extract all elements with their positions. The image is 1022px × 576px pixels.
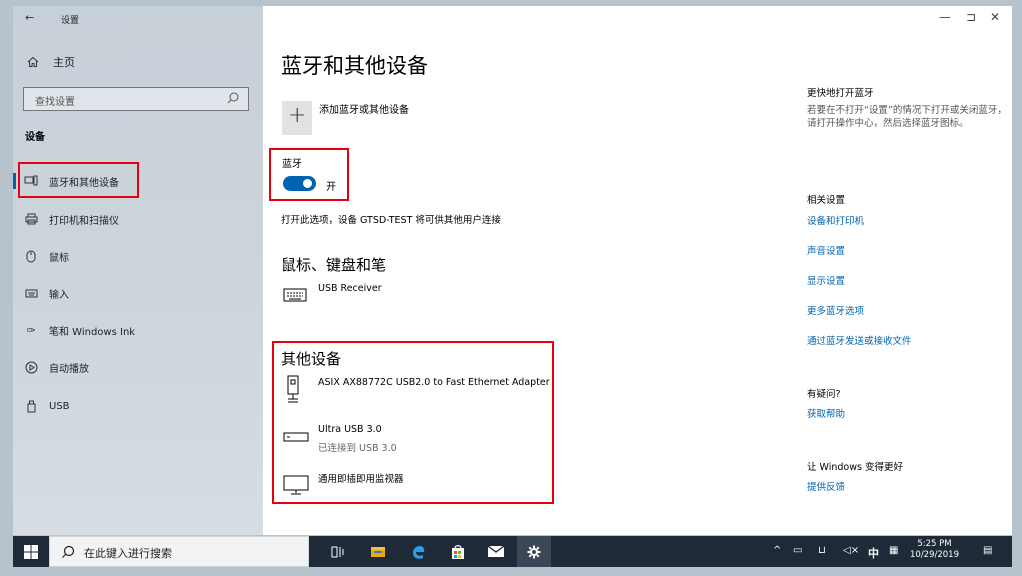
- related-heading: 相关设置: [807, 195, 846, 206]
- question-heading: 有疑问?: [807, 389, 841, 400]
- home-icon: [27, 56, 39, 67]
- device-ultra-usb-status: 已连接到 USB 3.0: [318, 443, 397, 454]
- sidebar-item-label: 鼠标: [49, 252, 69, 264]
- home-label: 主页: [53, 56, 75, 69]
- sidebar-item-autoplay[interactable]: 自动播放: [13, 354, 263, 380]
- bluetooth-description: 打开此选项，设备 GTSD-TEST 将可供其他用户连接: [281, 215, 501, 226]
- add-device-label[interactable]: 添加蓝牙或其他设备: [319, 101, 409, 116]
- network-adapter-icon: [287, 375, 299, 403]
- search-icon: [62, 545, 75, 558]
- settings-window: ← 设置 主页 查找设置 设备 蓝牙和其他设备 打印机和扫描仪 鼠标 输入 ✑ …: [13, 6, 1012, 535]
- tray-battery-icon[interactable]: ⊔: [818, 545, 826, 556]
- tip-text: 若要在不打开“设置”的情况下打开或关闭蓝牙，请打开操作中心，然后选择蓝牙图标。: [807, 105, 1007, 129]
- store-icon[interactable]: [441, 536, 475, 567]
- sidebar-item-label: 笔和 Windows Ink: [49, 326, 136, 338]
- sidebar-item-input[interactable]: 输入: [13, 280, 263, 306]
- sidebar-home[interactable]: 主页: [27, 54, 75, 70]
- settings-taskbar-icon[interactable]: [517, 536, 551, 567]
- taskbar-search-input[interactable]: 在此键入进行搜索: [49, 536, 309, 567]
- tip-heading: 更快地打开蓝牙: [807, 88, 874, 99]
- mail-icon[interactable]: [479, 536, 513, 567]
- plus-icon: +: [288, 103, 307, 128]
- link-give-feedback[interactable]: 提供反馈: [807, 479, 1007, 493]
- add-device-button[interactable]: +: [282, 101, 312, 135]
- mouse-icon: [13, 250, 49, 263]
- back-arrow-icon[interactable]: ←: [25, 11, 34, 24]
- related-settings: 相关设置: [807, 192, 1007, 206]
- sidebar-item-label: USB: [49, 400, 70, 412]
- link-display-settings[interactable]: 显示设置: [807, 273, 1007, 287]
- link-send-receive-files[interactable]: 通过蓝牙发送或接收文件: [807, 333, 1007, 347]
- search-icon: [227, 92, 239, 104]
- keyboard-icon: [13, 289, 49, 298]
- sidebar-item-label: 自动播放: [49, 363, 89, 375]
- mouse-keyboard-pen-heading: 鼠标、键盘和笔: [281, 256, 387, 274]
- link-devices-printers[interactable]: 设备和打印机: [807, 213, 1007, 227]
- highlight-box-bluetooth-toggle: [269, 148, 349, 201]
- taskbar-search-placeholder: 在此键入进行搜索: [84, 547, 172, 560]
- tray-ime-mode-icon[interactable]: ▦: [889, 545, 898, 556]
- edge-browser-icon[interactable]: [401, 536, 435, 567]
- device-pnp-monitor[interactable]: 通用即插即用监视器: [318, 471, 404, 485]
- sidebar-item-mouse[interactable]: 鼠标: [13, 243, 263, 269]
- device-ultra-usb[interactable]: Ultra USB 3.0: [318, 424, 382, 435]
- action-center-icon[interactable]: ▤: [983, 545, 992, 556]
- section-heading: 设备: [25, 132, 45, 143]
- tray-time: 5:25 PM: [917, 539, 952, 549]
- usb-drive-icon: [283, 432, 309, 442]
- feedback-heading: 让 Windows 变得更好: [807, 462, 903, 473]
- task-view-icon[interactable]: [321, 536, 355, 567]
- tray-chevron-icon[interactable]: ^: [773, 545, 781, 556]
- sidebar-item-usb[interactable]: USB: [13, 393, 263, 419]
- bluetooth-toggle-state: 开: [326, 182, 336, 193]
- bluetooth-label: 蓝牙: [282, 159, 302, 170]
- tip-panel: 更快地打开蓝牙 若要在不打开“设置”的情况下打开或关闭蓝牙，请打开操作中心，然后…: [807, 85, 1007, 130]
- sidebar-item-pen[interactable]: ✑ 笔和 Windows Ink: [13, 317, 263, 343]
- device-asix-adapter[interactable]: ASIX AX88772C USB2.0 to Fast Ethernet Ad…: [318, 377, 550, 388]
- other-devices-heading: 其他设备: [281, 350, 342, 368]
- sidebar: ← 设置 主页 查找设置 设备 蓝牙和其他设备 打印机和扫描仪 鼠标 输入 ✑ …: [13, 6, 263, 535]
- title-bar: ← 设置: [13, 6, 263, 32]
- usb-icon: [13, 400, 49, 413]
- bluetooth-toggle[interactable]: [283, 176, 316, 191]
- tray-network-icon[interactable]: ▭: [793, 545, 802, 556]
- autoplay-icon: [13, 361, 49, 374]
- tray-ime-indicator[interactable]: 中: [868, 545, 879, 561]
- monitor-icon: [283, 475, 309, 495]
- start-button[interactable]: [13, 536, 49, 567]
- window-title: 设置: [61, 16, 80, 26]
- search-placeholder: 查找设置: [35, 97, 75, 108]
- sidebar-search-input[interactable]: 查找设置: [23, 87, 249, 111]
- sidebar-item-label: 输入: [49, 289, 69, 301]
- pen-icon: ✑: [26, 323, 36, 337]
- link-get-help[interactable]: 获取帮助: [807, 406, 1007, 420]
- file-explorer-icon[interactable]: [361, 536, 395, 567]
- sidebar-item-label: 打印机和扫描仪: [49, 215, 119, 227]
- tray-clock[interactable]: 5:25 PM 10/29/2019: [910, 539, 959, 561]
- highlight-box-bluetooth-nav: [18, 162, 139, 198]
- printer-icon: [13, 213, 49, 225]
- page-title: 蓝牙和其他设备: [281, 54, 428, 78]
- windows-logo-icon: [24, 544, 38, 559]
- close-button[interactable]: ✕: [980, 10, 1010, 24]
- device-usb-receiver[interactable]: USB Receiver: [318, 283, 382, 294]
- link-sound-settings[interactable]: 声音设置: [807, 243, 1007, 257]
- link-more-bluetooth-options[interactable]: 更多蓝牙选项: [807, 303, 1007, 317]
- sidebar-item-printers[interactable]: 打印机和扫描仪: [13, 206, 263, 232]
- keyboard-device-icon: [283, 288, 307, 302]
- tray-date: 10/29/2019: [910, 550, 959, 560]
- taskbar: 在此键入进行搜索 ^ ▭ ⊔ ◁× 中 ▦ 5:25 PM 10/29/2019…: [13, 536, 1012, 567]
- tray-volume-icon[interactable]: ◁×: [843, 545, 859, 556]
